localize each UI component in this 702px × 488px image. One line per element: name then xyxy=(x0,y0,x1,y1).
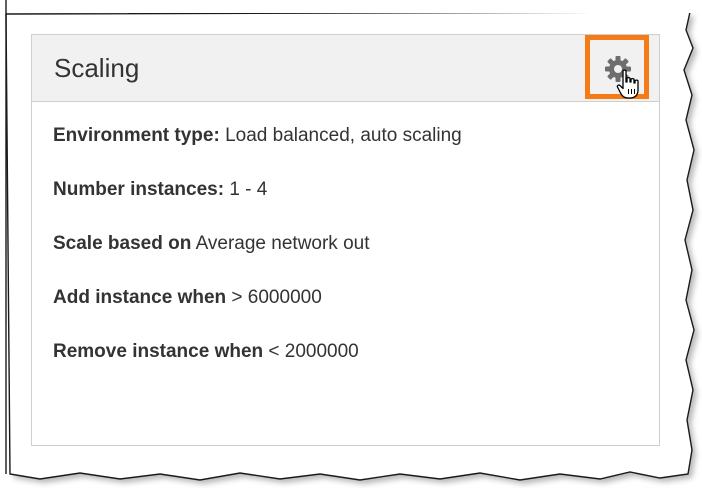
scaling-details: Environment type: Load balanced, auto sc… xyxy=(53,125,653,395)
number-instances-row: Number instances: 1 - 4 xyxy=(53,179,653,233)
settings-button[interactable] xyxy=(585,35,649,99)
scaling-panel: Scaling Environment type: Load balanced,… xyxy=(31,34,660,446)
field-value: 1 - 4 xyxy=(229,179,268,200)
panel-header: Scaling xyxy=(32,35,659,102)
field-label: Environment type: xyxy=(53,125,220,146)
field-label: Remove instance when xyxy=(53,341,264,362)
panel-title: Scaling xyxy=(54,53,140,83)
add-instance-row: Add instance when > 6000000 xyxy=(53,287,653,341)
field-label: Number instances: xyxy=(53,179,225,200)
screenshot-stage: Scaling Environment type: Load balanced,… xyxy=(0,0,702,488)
field-value: Load balanced, auto scaling xyxy=(225,125,462,146)
field-label: Scale based on xyxy=(53,233,192,254)
hand-pointer-icon xyxy=(616,69,639,99)
environment-type-row: Environment type: Load balanced, auto sc… xyxy=(53,125,653,179)
remove-instance-row: Remove instance when < 2000000 xyxy=(53,341,653,395)
field-label: Add instance when xyxy=(53,287,227,308)
field-value: < 2000000 xyxy=(268,341,359,362)
field-value: Average network out xyxy=(195,233,370,254)
field-value: > 6000000 xyxy=(231,287,322,308)
scale-based-on-row: Scale based on Average network out xyxy=(53,233,653,287)
